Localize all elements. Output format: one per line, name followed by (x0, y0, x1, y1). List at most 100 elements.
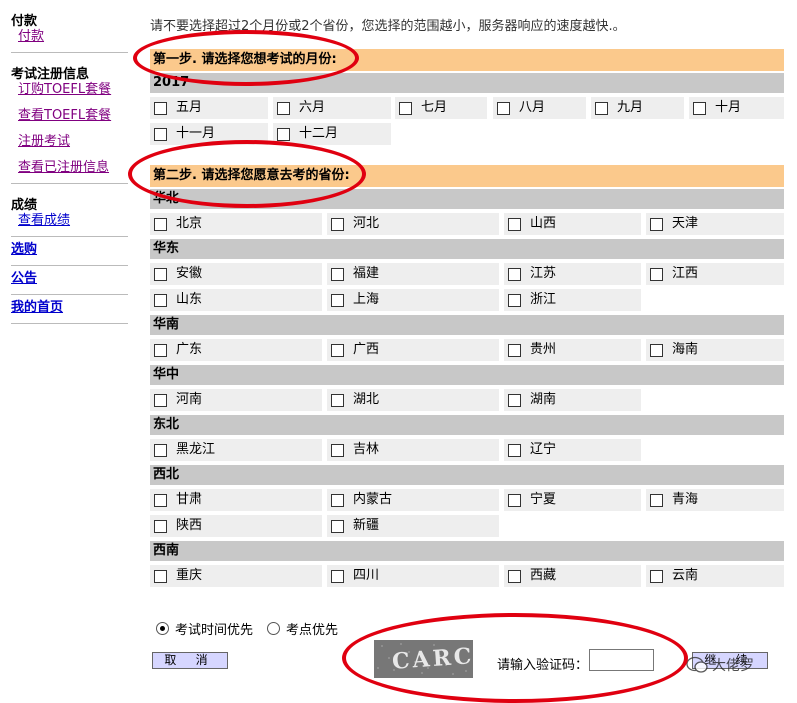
province-checkbox[interactable]: 广西 (327, 339, 499, 361)
month-checkbox[interactable]: 八月 (493, 97, 586, 119)
province-checkbox[interactable]: 广东 (150, 339, 322, 361)
checkbox-icon[interactable] (154, 519, 167, 533)
month-checkbox[interactable]: 十一月 (150, 123, 268, 145)
province-checkbox[interactable]: 福建 (327, 263, 499, 285)
province-checkbox[interactable]: 云南 (646, 565, 784, 587)
registration-header: 考试注册信息 (11, 67, 90, 82)
checkbox-icon[interactable] (277, 127, 290, 141)
checkbox-icon[interactable] (277, 101, 290, 115)
province-checkbox[interactable]: 海南 (646, 339, 784, 361)
province-checkbox[interactable]: 江苏 (504, 263, 641, 285)
region-bar: 华北 (150, 189, 784, 209)
checkbox-icon[interactable] (693, 101, 706, 115)
my-homepage-link[interactable]: 我的首页 (0, 295, 128, 321)
checkbox-icon[interactable] (650, 343, 663, 357)
priority-options: 考试时间优先 考点优先 (156, 619, 338, 638)
shop-link[interactable]: 选购 (0, 237, 128, 263)
month-checkbox[interactable]: 十月 (689, 97, 784, 119)
checkbox-icon[interactable] (331, 343, 344, 357)
checkbox-icon[interactable] (331, 293, 344, 307)
checkbox-icon[interactable] (508, 267, 521, 281)
step1-heading: 第一步. 请选择您想考试的月份: (150, 49, 784, 71)
checkbox-icon[interactable] (508, 393, 521, 407)
month-checkbox[interactable]: 九月 (591, 97, 684, 119)
view-registered-link[interactable]: 查看已注册信息 (0, 155, 128, 181)
checkbox-icon[interactable] (154, 443, 167, 457)
checkbox-icon[interactable] (331, 443, 344, 457)
register-exam-link[interactable]: 注册考试 (0, 129, 128, 155)
province-checkbox[interactable]: 山西 (504, 213, 641, 235)
province-checkbox[interactable]: 贵州 (504, 339, 641, 361)
location-priority-radio[interactable] (267, 622, 281, 635)
checkbox-icon[interactable] (331, 493, 344, 507)
checkbox-icon[interactable] (508, 293, 521, 307)
time-priority-radio[interactable] (156, 622, 169, 635)
province-checkbox[interactable]: 黑龙江 (150, 439, 322, 461)
province-checkbox[interactable]: 陕西 (150, 515, 322, 537)
checkbox-icon[interactable] (399, 101, 412, 115)
province-checkbox[interactable]: 重庆 (150, 565, 322, 587)
province-checkbox[interactable]: 湖南 (504, 389, 641, 411)
checkbox-icon[interactable] (331, 267, 344, 281)
checkbox-icon[interactable] (497, 101, 510, 115)
checkbox-icon[interactable] (508, 493, 521, 507)
checkbox-icon[interactable] (508, 343, 521, 357)
sidebar: 付款 付款 考试注册信息 订购TOEFL套餐 查看TOEFL套餐 注册考试 查看… (0, 0, 128, 324)
payment-link[interactable]: 付款 (0, 24, 128, 50)
province-checkbox[interactable]: 内蒙古 (327, 489, 499, 511)
month-checkbox[interactable]: 七月 (395, 97, 487, 119)
checkbox-icon[interactable] (331, 217, 344, 231)
province-checkbox[interactable]: 甘肃 (150, 489, 322, 511)
province-checkbox[interactable]: 山东 (150, 289, 322, 311)
announcements-link[interactable]: 公告 (0, 266, 128, 292)
province-checkbox[interactable]: 天津 (646, 213, 784, 235)
checkbox-icon[interactable] (331, 569, 344, 583)
province-checkbox[interactable]: 吉林 (327, 439, 499, 461)
captcha-input[interactable] (589, 649, 654, 671)
checkbox-icon[interactable] (650, 217, 663, 231)
province-checkbox[interactable]: 新疆 (327, 515, 499, 537)
checkbox-icon[interactable] (154, 569, 167, 583)
checkbox-icon[interactable] (154, 343, 167, 357)
province-checkbox[interactable]: 青海 (646, 489, 784, 511)
view-toefl-link[interactable]: 查看TOEFL套餐 (0, 103, 128, 129)
province-checkbox[interactable]: 浙江 (504, 289, 641, 311)
checkbox-icon[interactable] (154, 217, 167, 231)
checkbox-icon[interactable] (650, 569, 663, 583)
checkbox-icon[interactable] (508, 217, 521, 231)
province-checkbox[interactable]: 安徽 (150, 263, 322, 285)
view-scores-link[interactable]: 查看成绩 (0, 208, 128, 234)
province-checkbox[interactable]: 河北 (327, 213, 499, 235)
province-checkbox[interactable]: 四川 (327, 565, 499, 587)
month-checkbox[interactable]: 五月 (150, 97, 268, 119)
month-checkbox[interactable]: 六月 (273, 97, 391, 119)
checkbox-icon[interactable] (650, 267, 663, 281)
checkbox-icon[interactable] (154, 393, 167, 407)
province-checkbox[interactable]: 上海 (327, 289, 499, 311)
checkbox-icon[interactable] (154, 101, 167, 115)
checkbox-icon[interactable] (650, 493, 663, 507)
region-bar: 西北 (150, 465, 784, 485)
order-toefl-link[interactable]: 订购TOEFL套餐 (0, 77, 128, 103)
checkbox-icon[interactable] (154, 267, 167, 281)
watermark-text: 大佬罗 (712, 658, 754, 674)
checkbox-icon[interactable] (331, 393, 344, 407)
month-checkbox[interactable]: 十二月 (273, 123, 391, 145)
province-checkbox[interactable]: 北京 (150, 213, 322, 235)
checkbox-icon[interactable] (595, 101, 608, 115)
time-priority-label: 考试时间优先 (175, 623, 254, 638)
province-checkbox[interactable]: 辽宁 (504, 439, 641, 461)
checkbox-icon[interactable] (154, 127, 167, 141)
checkbox-icon[interactable] (154, 293, 167, 307)
province-checkbox[interactable]: 湖北 (327, 389, 499, 411)
checkbox-icon[interactable] (154, 493, 167, 507)
cancel-button[interactable]: 取 消 (152, 652, 228, 669)
checkbox-icon[interactable] (508, 443, 521, 457)
checkbox-icon[interactable] (331, 519, 344, 533)
checkbox-icon[interactable] (508, 569, 521, 583)
province-checkbox[interactable]: 宁夏 (504, 489, 641, 511)
province-checkbox[interactable]: 江西 (646, 263, 784, 285)
province-checkbox[interactable]: 西藏 (504, 565, 641, 587)
notice-text: 请不要选择超过2个月份或2个省份，您选择的范围越小，服务器响应的速度越快.。 (150, 19, 626, 34)
province-checkbox[interactable]: 河南 (150, 389, 322, 411)
